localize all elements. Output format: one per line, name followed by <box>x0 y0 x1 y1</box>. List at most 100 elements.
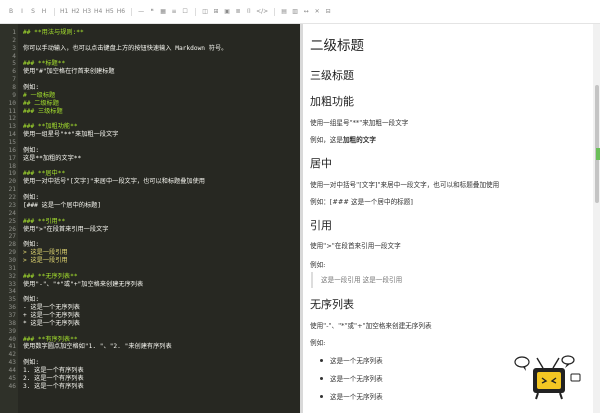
preview-ul-title: 无序列表 <box>310 298 354 311</box>
line-number: 32 <box>8 272 16 280</box>
line-number: 43 <box>8 359 16 367</box>
line-number: 16 <box>8 146 16 154</box>
code-text[interactable]: 例如: <box>23 84 39 92</box>
code-text[interactable]: - 这是一个无序列表 <box>23 304 80 312</box>
code-text[interactable]: 1. 这是一个有序列表 <box>23 367 84 375</box>
code-button[interactable]: </> <box>255 7 269 17</box>
line-number: 9 <box>12 91 16 99</box>
align-button[interactable]: ≣ <box>233 7 243 17</box>
code-text[interactable]: 这是**加粗的文字** <box>23 155 81 163</box>
split-button[interactable]: ▥ <box>290 7 300 17</box>
code-text[interactable]: 你可以手动输入，也可以点击键盘上方的按钮快速输入 Markdown 符号。 <box>23 45 227 53</box>
line-number: 15 <box>8 139 16 147</box>
code-text[interactable]: 例如: <box>23 194 39 202</box>
link-button[interactable]: ◫ <box>200 7 210 17</box>
code-text[interactable]: # 一级标题 <box>23 92 55 100</box>
markdown-toolbar: B I S H H1 H2 H3 H4 H5 H6 — ❝ ▦ ≡ ☐ ◫ ⊞ … <box>0 0 600 24</box>
line-number: 44 <box>8 366 16 374</box>
code-text[interactable]: 例如: <box>23 147 39 155</box>
line-number: 33 <box>8 280 16 288</box>
code-text[interactable]: 使用">"在段首来引用一段文字 <box>23 226 108 234</box>
line-number: 4 <box>12 52 16 60</box>
preview-scroll-thumb[interactable] <box>595 85 599 203</box>
ol-button[interactable]: ≡ <box>169 7 179 17</box>
side-feedback-tab[interactable] <box>596 148 600 160</box>
code-text[interactable]: 使用"#"加空格在行首来创建标题 <box>23 68 115 76</box>
bold-example-prefix: 例如，这是 <box>310 136 343 144</box>
line-number: 31 <box>8 264 16 272</box>
quote-button[interactable]: ❝ <box>147 7 157 17</box>
preview-scrollbar[interactable] <box>593 24 600 413</box>
block-button[interactable]: ⌷ <box>244 7 254 17</box>
code-text[interactable]: ## 二级标题 <box>23 100 59 108</box>
h6-button[interactable]: H6 <box>116 7 126 17</box>
code-text[interactable]: 使用数字圆点加空格如"1. "、"2. "来创建有序列表 <box>23 343 172 351</box>
clear-button[interactable]: ✕ <box>312 7 322 17</box>
line-number: 6 <box>12 68 16 76</box>
line-number: 2 <box>12 36 16 44</box>
checkbox-button[interactable]: ☐ <box>180 7 190 17</box>
preview-quote-label: 例如: <box>310 261 326 269</box>
line-number: 37 <box>8 311 16 319</box>
line-number: 21 <box>8 186 16 194</box>
table-button[interactable]: ⊞ <box>211 7 221 17</box>
hr-button[interactable]: — <box>136 7 146 17</box>
heading-button[interactable]: H <box>39 7 49 17</box>
italic-button[interactable]: I <box>17 7 27 17</box>
line-number: 8 <box>12 84 16 92</box>
preview-button[interactable]: ▤ <box>279 7 289 17</box>
preview-quote-desc: 使用">"在段首来引用一段文字 <box>310 242 401 250</box>
code-text[interactable]: ## **用法与规则:** <box>23 29 84 37</box>
preview-blockquote: 这是一段引用 这是一段引用 <box>311 272 581 288</box>
code-text[interactable]: > 这是一段引用 <box>23 249 68 257</box>
code-text[interactable]: 使用一对中括号"[文字]"来居中一段文字，也可以和标题叠加使用 <box>23 178 205 186</box>
code-text[interactable]: [### 这是一个居中的标题] <box>23 202 101 210</box>
h1-button[interactable]: H1 <box>59 7 69 17</box>
preview-bold-example: 例如，这是加粗的文字 <box>310 134 376 144</box>
bold-button[interactable]: B <box>6 7 16 17</box>
code-text[interactable]: 3. 这是一个有序列表 <box>23 383 84 391</box>
h4-button[interactable]: H4 <box>93 7 103 17</box>
strikethrough-button[interactable]: S <box>28 7 38 17</box>
code-text[interactable]: > 这是一段引用 <box>23 257 68 265</box>
ul-button[interactable]: ▦ <box>158 7 168 17</box>
line-number: 26 <box>8 225 16 233</box>
bullet-icon <box>320 377 323 380</box>
line-number: 11 <box>8 107 16 115</box>
line-number: 7 <box>12 76 16 84</box>
line-number: 30 <box>8 256 16 264</box>
line-number: 42 <box>8 351 16 359</box>
code-text[interactable]: ### 三级标题 <box>23 108 63 116</box>
line-number: 5 <box>12 60 16 68</box>
line-number: 13 <box>8 123 16 131</box>
line-number: 3 <box>12 44 16 52</box>
preview-ul-desc: 使用"-"、"*"或"+"加空格来创建无序列表 <box>310 322 432 330</box>
code-text[interactable]: + 这是一个无序列表 <box>23 312 80 320</box>
line-number: 18 <box>8 162 16 170</box>
code-text[interactable]: 使用一组星号"**"来加粗一段文字 <box>23 131 118 139</box>
line-number: 41 <box>8 343 16 351</box>
line-number: 39 <box>8 327 16 335</box>
code-text[interactable]: 2. 这是一个有序列表 <box>23 375 84 383</box>
code-text[interactable]: 例如: <box>23 359 39 367</box>
h2-button[interactable]: H2 <box>70 7 80 17</box>
code-text[interactable]: 使用"-"、"*"或"+"加空格来创建无序列表 <box>23 281 143 289</box>
preview-ul-label: 例如: <box>310 339 326 347</box>
preview-center-desc: 使用一对中括号"[文字]"来居中一段文字，也可以和标题叠加使用 <box>310 181 500 189</box>
markdown-editor[interactable]: 1 ## **用法与规则:** 2 3 你可以手动输入，也可以点击键盘上方的按钮快速输入… <box>0 24 300 413</box>
help-button[interactable]: ⊟ <box>323 7 333 17</box>
preview-bold-title: 加粗功能 <box>310 95 354 108</box>
code-text[interactable]: * 这是一个无序列表 <box>23 320 80 328</box>
bullet-icon <box>320 395 323 398</box>
toolbar-divider <box>54 7 55 16</box>
preview-h3: 三级标题 <box>310 69 354 82</box>
line-number: 12 <box>8 115 16 123</box>
h3-button[interactable]: H3 <box>82 7 92 17</box>
code-text[interactable]: ### **引用** <box>23 218 65 226</box>
preview-ul-item: 这是一个无序列表 <box>330 375 383 383</box>
code-text[interactable]: ### **无序列表** <box>23 273 78 281</box>
fullscreen-button[interactable]: ↔ <box>301 7 311 17</box>
toolbar-divider <box>274 7 276 16</box>
h5-button[interactable]: H5 <box>104 7 114 17</box>
image-button[interactable]: ▣ <box>222 7 232 17</box>
